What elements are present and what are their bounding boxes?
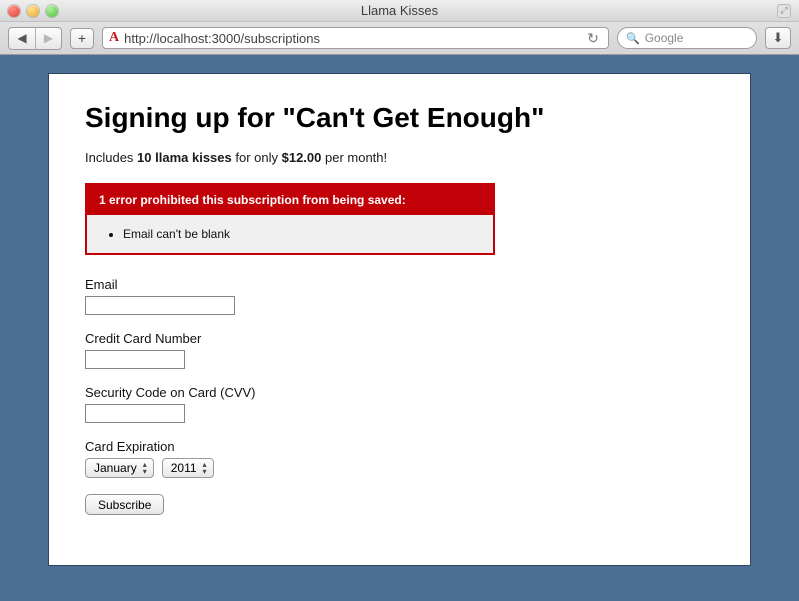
page-content: Signing up for "Can't Get Enough" Includ… — [48, 73, 751, 566]
expiration-field-group: Card Expiration January ▴▾ 2011 ▴▾ — [85, 439, 714, 478]
expiration-year-value: 2011 — [171, 461, 197, 475]
expiration-label: Card Expiration — [85, 439, 714, 454]
fullscreen-button[interactable]: ⤢ — [777, 4, 791, 18]
email-input[interactable] — [85, 296, 235, 315]
submit-group: Subscribe — [85, 494, 714, 515]
browser-chrome: Llama Kisses ⤢ ◀ ▶ + A http://localhost:… — [0, 0, 799, 55]
expiration-month-select[interactable]: January ▴▾ — [85, 458, 154, 478]
nav-buttons: ◀ ▶ — [8, 27, 62, 50]
search-icon: 🔍 — [626, 32, 640, 45]
reload-icon[interactable]: ↻ — [584, 29, 602, 47]
error-heading: 1 error prohibited this subscription fro… — [87, 185, 493, 215]
window-title: Llama Kisses — [0, 3, 799, 18]
search-bar[interactable]: 🔍 Google — [617, 27, 757, 49]
cvv-label: Security Code on Card (CVV) — [85, 385, 714, 400]
cc-input[interactable] — [85, 350, 185, 369]
cc-label: Credit Card Number — [85, 331, 714, 346]
cvv-field-group: Security Code on Card (CVV) — [85, 385, 714, 423]
url-text: http://localhost:3000/subscriptions — [124, 31, 320, 46]
add-bookmark-button[interactable]: + — [70, 28, 94, 49]
titlebar: Llama Kisses ⤢ — [0, 0, 799, 22]
subscribe-button[interactable]: Subscribe — [85, 494, 164, 515]
expiration-month-value: January — [94, 461, 137, 475]
downloads-button[interactable]: ⬇ — [765, 27, 791, 49]
chevron-updown-icon: ▴▾ — [203, 461, 207, 475]
back-button[interactable]: ◀ — [9, 28, 35, 49]
search-placeholder: Google — [645, 31, 684, 45]
minimize-window-button[interactable] — [27, 5, 39, 17]
plan-description: Includes 10 llama kisses for only $12.00… — [85, 150, 714, 165]
error-explanation: 1 error prohibited this subscription fro… — [85, 183, 495, 255]
window-controls — [8, 5, 58, 17]
url-bar[interactable]: A http://localhost:3000/subscriptions ↻ — [102, 27, 609, 49]
error-list: Email can't be blank — [87, 215, 493, 253]
error-item: Email can't be blank — [123, 227, 481, 241]
browser-toolbar: ◀ ▶ + A http://localhost:3000/subscripti… — [0, 22, 799, 54]
zoom-window-button[interactable] — [46, 5, 58, 17]
close-window-button[interactable] — [8, 5, 20, 17]
expiration-year-select[interactable]: 2011 ▴▾ — [162, 458, 214, 478]
cc-field-group: Credit Card Number — [85, 331, 714, 369]
page-heading: Signing up for "Can't Get Enough" — [85, 102, 714, 134]
page-viewport: Signing up for "Can't Get Enough" Includ… — [0, 55, 799, 601]
cvv-input[interactable] — [85, 404, 185, 423]
chevron-updown-icon: ▴▾ — [143, 461, 147, 475]
forward-button[interactable]: ▶ — [35, 28, 61, 49]
favicon-icon: A — [109, 30, 119, 46]
email-field-group: Email — [85, 277, 714, 315]
email-label: Email — [85, 277, 714, 292]
